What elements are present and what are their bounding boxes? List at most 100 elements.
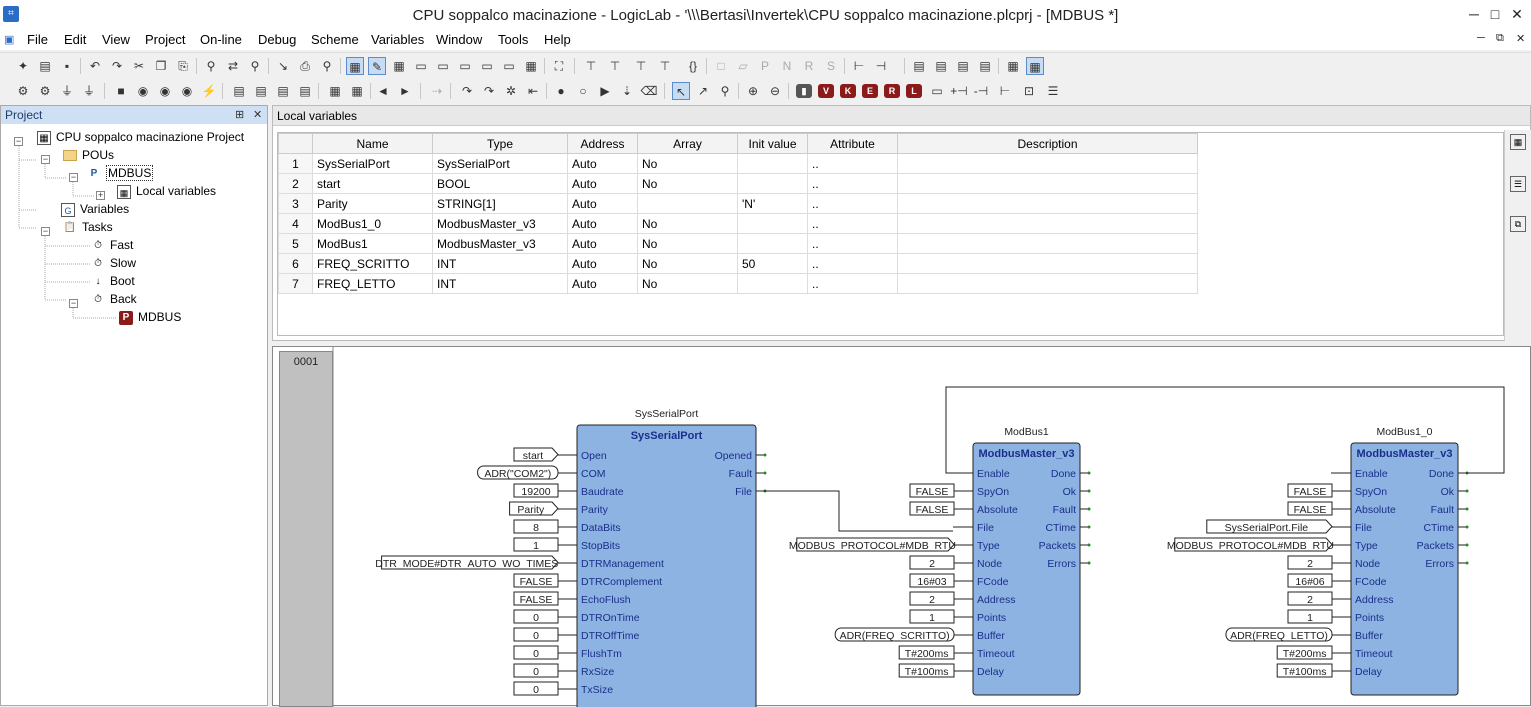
table-cell[interactable]: INT — [432, 253, 568, 274]
view-resources-icon[interactable]: ▭ — [478, 57, 496, 75]
layout-4-icon[interactable]: ▤ — [976, 57, 994, 75]
view-async-icon[interactable]: ▭ — [434, 57, 452, 75]
column-header[interactable]: Description — [897, 133, 1198, 154]
table-cell[interactable] — [637, 193, 738, 214]
collapse-back-icon[interactable]: − — [69, 299, 78, 308]
remove-input-icon[interactable]: -⊣ — [972, 82, 990, 100]
table-cell[interactable]: STRING[1] — [432, 193, 568, 214]
layout-2-icon[interactable]: ▤ — [932, 57, 950, 75]
table-cell[interactable] — [737, 273, 808, 294]
build-icon[interactable]: ⚙ — [36, 82, 54, 100]
column-header[interactable]: Type — [432, 133, 568, 154]
table-cell[interactable] — [897, 273, 1198, 294]
step-over-icon[interactable]: ↷ — [458, 82, 476, 100]
table-cell[interactable]: Auto — [567, 173, 638, 194]
tree-task-back[interactable]: ⏱ Back — [91, 290, 137, 308]
table-cell[interactable]: .. — [807, 253, 898, 274]
view-project-icon[interactable]: ▦ — [346, 57, 364, 75]
compare-icon[interactable]: ▤ — [274, 82, 292, 100]
collapse-tasks-icon[interactable]: − — [41, 227, 50, 236]
compile-icon[interactable]: ⚙ — [14, 82, 32, 100]
disconnect-icon[interactable]: ⏚ — [80, 82, 98, 100]
table-cell[interactable]: No — [637, 173, 738, 194]
forward-icon[interactable]: ► — [396, 82, 414, 100]
column-header[interactable]: Address — [567, 133, 638, 154]
table-cell[interactable] — [897, 193, 1198, 214]
collapse-pous-icon[interactable]: − — [41, 155, 50, 164]
new-icon[interactable]: ✦ — [14, 57, 32, 75]
back-icon[interactable]: ◄ — [374, 82, 392, 100]
block-icon[interactable]: ▮ — [796, 84, 812, 98]
branch-icon[interactable]: ⊢ — [850, 57, 868, 75]
table-cell[interactable]: 7 — [278, 273, 313, 294]
view-oscilloscope-icon[interactable]: ▭ — [456, 57, 474, 75]
table-cell[interactable]: No — [637, 253, 738, 274]
menu-tools[interactable]: Tools — [498, 32, 528, 47]
table-cell[interactable]: 2 — [278, 173, 313, 194]
lightning-icon[interactable]: ⚡ — [200, 82, 218, 100]
table-cell[interactable]: .. — [807, 173, 898, 194]
table-cell[interactable]: No — [637, 273, 738, 294]
menu-project[interactable]: Project — [145, 32, 185, 47]
table-cell[interactable]: Auto — [567, 213, 638, 234]
table-cell[interactable]: Auto — [567, 153, 638, 174]
tree-tasks[interactable]: 📋 Tasks — [63, 218, 113, 236]
table-cell[interactable]: ModbusMaster_v3 — [432, 213, 568, 234]
menu-help[interactable]: Help — [544, 32, 571, 47]
table-cell[interactable]: No — [637, 153, 738, 174]
table-2-icon[interactable]: ▦ — [348, 82, 366, 100]
column-header[interactable]: Attribute — [807, 133, 898, 154]
minimize-button[interactable]: ─ — [1463, 4, 1485, 24]
monitor-icon[interactable]: ▤ — [252, 82, 270, 100]
table-cell[interactable] — [897, 153, 1198, 174]
branch-close-icon[interactable]: ⊣ — [872, 57, 890, 75]
table-cell[interactable]: 3 — [278, 193, 313, 214]
mdi-minimize-button[interactable]: ─ — [1477, 32, 1485, 44]
zoom-in-icon[interactable]: ⊕ — [744, 82, 762, 100]
text-view-icon[interactable]: ☰ — [1510, 176, 1526, 192]
halt-icon[interactable]: ◉ — [178, 82, 196, 100]
layout-1-icon[interactable]: ▤ — [910, 57, 928, 75]
table-cell[interactable]: Auto — [567, 253, 638, 274]
tree-local-variables[interactable]: ▦ Local variables — [117, 182, 216, 200]
table-cell[interactable]: ModBus1 — [312, 233, 433, 254]
print-icon[interactable]: ⎙ — [296, 57, 314, 75]
cut-icon[interactable]: ✂ — [130, 57, 148, 75]
table-cell[interactable]: BOOL — [432, 173, 568, 194]
table-cell[interactable]: Parity — [312, 193, 433, 214]
table-cell[interactable] — [737, 173, 808, 194]
menu-scheme[interactable]: Scheme — [311, 32, 359, 47]
table-cell[interactable]: Auto — [567, 233, 638, 254]
mdi-restore-button[interactable]: ⧉ — [1496, 32, 1504, 45]
properties-icon[interactable]: ☰ — [1044, 82, 1062, 100]
view-watch-icon[interactable]: ▭ — [412, 57, 430, 75]
debug-run-icon[interactable]: ◉ — [156, 82, 174, 100]
collapse-mdbus-icon[interactable]: − — [69, 173, 78, 182]
table-cell[interactable] — [897, 233, 1198, 254]
expression-icon[interactable]: E — [862, 84, 878, 98]
table-cell[interactable]: .. — [807, 233, 898, 254]
table-cell[interactable] — [737, 153, 808, 174]
download-icon[interactable]: ▤ — [230, 82, 248, 100]
menu-window[interactable]: Window — [436, 32, 482, 47]
menu-online[interactable]: On-line — [200, 32, 242, 47]
table-cell[interactable]: 5 — [278, 233, 313, 254]
table-cell[interactable]: ModbusMaster_v3 — [432, 233, 568, 254]
table-cell[interactable]: .. — [807, 153, 898, 174]
table-row[interactable]: 7 FREQ_LETTO INT Auto No.. — [278, 273, 1198, 294]
breakpoint-toggle-icon[interactable]: ○ — [574, 82, 592, 100]
connect-wire-icon[interactable]: ↗ — [694, 82, 712, 100]
return-icon[interactable]: R — [884, 84, 900, 98]
comment-icon[interactable]: ▭ — [928, 82, 946, 100]
table-cell[interactable]: start — [312, 173, 433, 194]
menu-edit[interactable]: Edit — [64, 32, 86, 47]
table-cell[interactable] — [897, 253, 1198, 274]
import-icon[interactable]: ↘ — [274, 57, 292, 75]
table-row[interactable]: 5 ModBus1 ModbusMaster_v3 Auto No.. — [278, 233, 1198, 254]
view-breakpoints-icon[interactable]: ▭ — [500, 57, 518, 75]
expand-local-vars-icon[interactable]: + — [96, 191, 105, 200]
pin-icon[interactable]: ⊞ — [235, 106, 244, 124]
table-cell[interactable]: 'N' — [737, 193, 808, 214]
full-screen-icon[interactable]: ⛶ — [550, 57, 568, 75]
step-into-icon[interactable]: ↷ — [480, 82, 498, 100]
